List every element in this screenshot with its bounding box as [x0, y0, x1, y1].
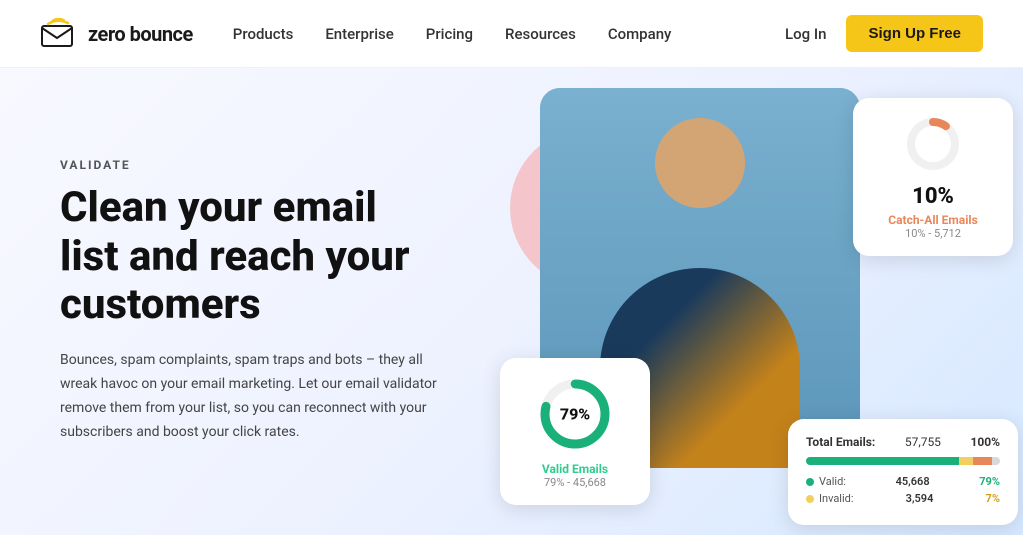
validate-label: VALIDATE	[60, 158, 440, 172]
nav-links: Products Enterprise Pricing Resources Co…	[233, 25, 785, 43]
totals-valid-pct: 79%	[979, 475, 1000, 488]
valid-sub: 79% - 45,668	[520, 476, 630, 489]
dot-invalid	[806, 495, 814, 503]
nav-actions: Log In Sign Up Free	[785, 15, 983, 52]
card-totals: Total Emails: 57,755 100% Valid: 45,668 …	[788, 419, 1018, 525]
person-head	[655, 118, 745, 208]
nav-products[interactable]: Products	[233, 25, 294, 43]
totals-invalid-label: Invalid:	[819, 492, 854, 505]
totals-progress-bar	[806, 457, 1000, 465]
hero-section: VALIDATE Clean your email list and reach…	[0, 68, 1023, 535]
hero-left: VALIDATE Clean your email list and reach…	[0, 68, 480, 535]
pb-catchall	[973, 457, 992, 465]
nav-pricing[interactable]: Pricing	[426, 25, 473, 43]
hero-title: Clean your email list and reach your cus…	[60, 184, 440, 329]
valid-percent-overlay: 79%	[560, 405, 590, 424]
dot-valid	[806, 478, 814, 486]
nav-resources[interactable]: Resources	[505, 25, 576, 43]
navbar: zero bounce Products Enterprise Pricing …	[0, 0, 1023, 68]
table-row-invalid: Invalid: 3,594 7%	[806, 492, 1000, 505]
totals-valid-label: Valid:	[819, 475, 846, 488]
login-link[interactable]: Log In	[785, 25, 826, 43]
card-catchall: 10% Catch-All Emails 10% - 5,712	[853, 98, 1013, 256]
totals-title: Total Emails:	[806, 435, 875, 449]
table-row-valid: Valid: 45,668 79%	[806, 475, 1000, 488]
totals-invalid-value: 3,594	[906, 492, 934, 505]
logo[interactable]: zero bounce	[40, 18, 193, 50]
nav-enterprise[interactable]: Enterprise	[325, 25, 393, 43]
totals-invalid-label-group: Invalid:	[806, 492, 854, 505]
totals-total-num: 57,755	[905, 435, 941, 449]
totals-valid-value: 45,668	[896, 475, 930, 488]
card-valid: 79% Valid Emails 79% - 45,668	[500, 358, 650, 505]
signup-button[interactable]: Sign Up Free	[846, 15, 983, 52]
nav-company[interactable]: Company	[608, 25, 672, 43]
totals-valid-label-group: Valid:	[806, 475, 846, 488]
valid-label: Valid Emails	[520, 462, 630, 476]
catchall-label: Catch-All Emails	[873, 213, 993, 227]
totals-total-pct: 100%	[970, 435, 1000, 449]
hero-right: 10% Catch-All Emails 10% - 5,712 79% Val…	[480, 68, 1023, 535]
pb-invalid	[959, 457, 973, 465]
catchall-sub: 10% - 5,712	[873, 227, 993, 240]
hero-description: Bounces, spam complaints, spam traps and…	[60, 349, 440, 444]
pb-valid	[806, 457, 959, 465]
totals-invalid-pct: 7%	[986, 492, 1000, 505]
pb-other	[992, 457, 1000, 465]
catchall-percent: 10%	[873, 184, 993, 209]
logo-text: zero bounce	[88, 22, 193, 46]
